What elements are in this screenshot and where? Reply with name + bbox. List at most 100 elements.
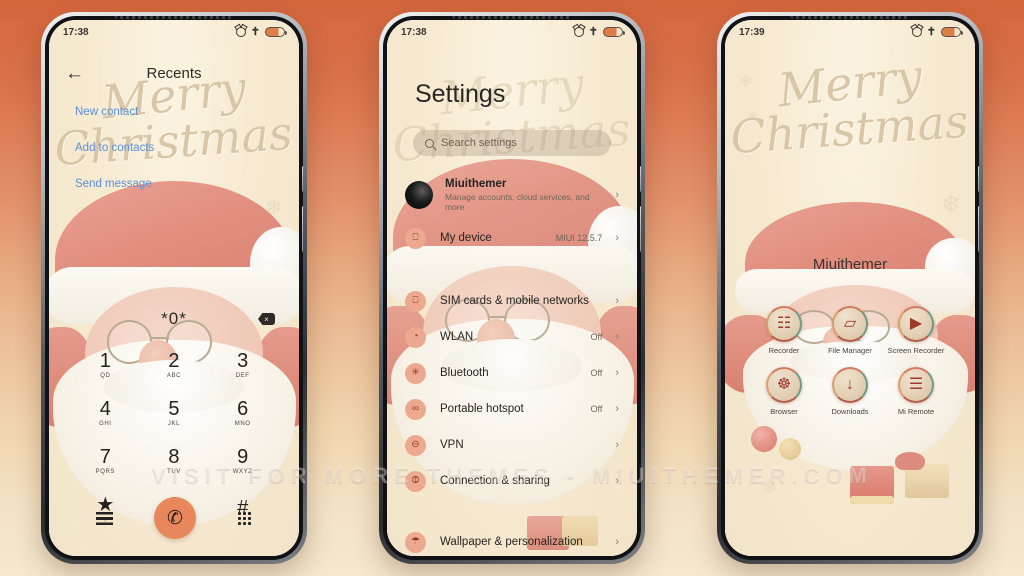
dialpad-key-digit: 3 bbox=[237, 350, 249, 372]
dialpad-key-6[interactable]: 6 MNO bbox=[208, 390, 277, 436]
settings-row-label: Bluetooth bbox=[440, 367, 489, 379]
app-recorder[interactable]: ☷ Recorder bbox=[752, 306, 816, 355]
status-time: 17:38 bbox=[401, 26, 427, 38]
add-to-contacts-link[interactable]: Add to contacts bbox=[75, 142, 154, 154]
app-label: Downloads bbox=[831, 407, 869, 417]
dialpad-key-7[interactable]: 7 PQRS bbox=[71, 438, 140, 484]
chevron-right-icon: › bbox=[615, 331, 619, 343]
phone-device-home: ❄ ❄ ❄ ❄ ❄ bbox=[717, 12, 983, 564]
app-label: Recorder bbox=[768, 346, 800, 355]
settings-row-icon: ⎕ bbox=[405, 227, 426, 249]
dialpad-key-3[interactable]: 3 DEF bbox=[208, 342, 277, 388]
settings-row-value: Off bbox=[590, 332, 603, 342]
settings-row[interactable]: ⦷ Connection & sharing › bbox=[387, 463, 637, 499]
alarm-icon bbox=[235, 27, 246, 37]
status-icons: ✝ bbox=[573, 25, 625, 38]
app-file-manager[interactable]: ▱ File Manager bbox=[818, 306, 882, 355]
airplane-icon: ✝ bbox=[588, 25, 598, 38]
account-row[interactable]: Miuithemer Manage accounts, cloud servic… bbox=[387, 173, 637, 217]
dialpad-key-digit: 9 bbox=[237, 446, 249, 468]
dialpad-key-9[interactable]: 9 WXYZ bbox=[208, 438, 277, 484]
dialpad-key-letters: DEF bbox=[235, 373, 250, 379]
settings-row-label: Portable hotspot bbox=[440, 403, 524, 415]
app-screen-recorder[interactable]: ▶ Screen Recorder bbox=[884, 306, 948, 355]
downloads-icon: ↓ bbox=[832, 367, 868, 404]
phone1-screen: Merry Christmas ❄ ❄ bbox=[49, 20, 299, 556]
app-downloads[interactable]: ↓ Downloads bbox=[818, 367, 882, 416]
settings-row[interactable]: ⊖ VPN › bbox=[387, 427, 637, 463]
dialpad-key-8[interactable]: 8 TUV bbox=[140, 438, 209, 484]
screen-recorder-icon: ▶ bbox=[898, 306, 934, 342]
settings-row-value: MIUI 12.5.7 bbox=[555, 233, 603, 243]
status-icons: ✝ bbox=[235, 26, 287, 38]
phone-device-dialer: Merry Christmas ❄ ❄ bbox=[41, 12, 307, 564]
settings-row-value: Off bbox=[590, 404, 603, 414]
chevron-right-icon: › bbox=[615, 536, 619, 548]
dialpad-key-2[interactable]: 2 ABC bbox=[140, 342, 209, 388]
settings-row[interactable]: ◔ WLAN Off › bbox=[387, 319, 637, 355]
dialpad-key-digit: 1 bbox=[99, 350, 111, 372]
app-label: Screen Recorder bbox=[887, 346, 945, 355]
call-button[interactable]: ✆ bbox=[153, 497, 196, 539]
backspace-icon[interactable]: × bbox=[258, 313, 275, 325]
battery-icon bbox=[265, 27, 287, 37]
settings-row-label: SIM cards & mobile networks bbox=[440, 295, 589, 307]
chevron-right-icon: › bbox=[615, 189, 619, 201]
file-manager-icon: ▱ bbox=[832, 306, 868, 342]
settings-row-icon: ☂ bbox=[405, 531, 426, 553]
settings-row-icon: ∞ bbox=[405, 398, 426, 420]
dialpad-key-digit: 6 bbox=[237, 398, 249, 420]
status-bar: 17:38 ✝ bbox=[387, 20, 637, 44]
app-label: Mi Remote bbox=[897, 407, 935, 417]
search-placeholder: Search settings bbox=[441, 137, 517, 149]
chevron-right-icon: › bbox=[615, 439, 619, 451]
settings-row-icon: ⎕ bbox=[405, 290, 426, 312]
volume-button[interactable] bbox=[640, 166, 641, 192]
search-input[interactable]: Search settings bbox=[413, 130, 611, 156]
phone-device-settings: Merry Christmas ❄ bbox=[379, 12, 645, 564]
search-icon bbox=[425, 138, 434, 148]
page-title: Recents bbox=[146, 64, 202, 82]
dialpad-key-letters: MNO bbox=[234, 421, 251, 427]
settings-row-label: Wallpaper & personalization bbox=[440, 536, 583, 548]
send-message-link[interactable]: Send message bbox=[75, 178, 154, 190]
menu-icon[interactable] bbox=[95, 511, 113, 525]
dialpad-key-5[interactable]: 5 JKL bbox=[140, 390, 209, 436]
settings-row[interactable]: ⎕ My device MIUI 12.5.7 › bbox=[387, 220, 637, 256]
power-button[interactable] bbox=[640, 206, 641, 252]
dialpad-key-4[interactable]: 4 GHI bbox=[71, 390, 140, 436]
app-label: File Manager bbox=[828, 346, 872, 355]
dialer-screen: ← Recents New contact Add to contacts Se… bbox=[49, 20, 299, 556]
dialpad-key-letters: WXYZ bbox=[232, 469, 253, 475]
volume-button[interactable] bbox=[302, 166, 303, 192]
dial-display: *0* × bbox=[49, 304, 299, 334]
settings-row[interactable]: ✳ Bluetooth Off › bbox=[387, 355, 637, 391]
dialer-bottom-bar: ✆ bbox=[49, 496, 299, 540]
new-contact-link[interactable]: New contact bbox=[75, 106, 154, 118]
status-time: 17:38 bbox=[63, 26, 89, 38]
status-bar: 17:39 ✝ bbox=[725, 20, 975, 44]
phone2-screen: Merry Christmas ❄ bbox=[387, 20, 637, 556]
keypad-icon[interactable] bbox=[237, 510, 253, 526]
volume-button[interactable] bbox=[978, 166, 979, 192]
phone3-screen: ❄ ❄ ❄ ❄ ❄ bbox=[725, 20, 975, 556]
page-title: Settings bbox=[415, 80, 506, 108]
settings-row-icon: ✳ bbox=[405, 362, 426, 384]
dialpad-key-1[interactable]: 1 QD bbox=[71, 342, 140, 388]
settings-row[interactable]: ⎕ SIM cards & mobile networks › bbox=[387, 283, 637, 319]
app-label: Browser bbox=[770, 407, 798, 417]
app-browser[interactable]: ☸ Browser bbox=[752, 367, 816, 416]
dialpad-key-digit: 2 bbox=[168, 350, 180, 372]
dialpad-key-letters: JKL bbox=[167, 421, 181, 427]
settings-row-icon: ◔ bbox=[405, 326, 426, 348]
battery-icon bbox=[603, 27, 625, 37]
app-mi-remote[interactable]: ☰ Mi Remote bbox=[884, 367, 948, 416]
settings-row[interactable]: ☂ Wallpaper & personalization › bbox=[387, 524, 637, 556]
chevron-right-icon: › bbox=[615, 475, 619, 487]
app-grid: ☷ Recorder ▱ File Manager ▶ Screen Recorder ☸ B… bbox=[725, 306, 975, 417]
settings-row[interactable]: ∞ Portable hotspot Off › bbox=[387, 391, 637, 427]
settings-row-label: Connection & sharing bbox=[440, 475, 550, 487]
settings-row-icon: ⊖ bbox=[405, 434, 426, 456]
power-button[interactable] bbox=[978, 206, 979, 252]
power-button[interactable] bbox=[302, 206, 303, 252]
